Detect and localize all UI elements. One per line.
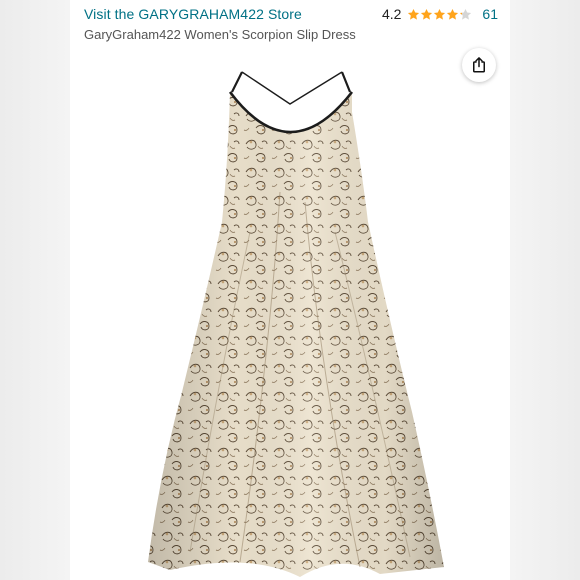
share-button[interactable] — [462, 48, 496, 82]
left-margin-background — [0, 0, 70, 580]
right-margin-background — [510, 0, 580, 580]
rating-count[interactable]: 61 — [482, 6, 498, 22]
star-icon — [407, 8, 420, 21]
product-title: GaryGraham422 Women's Scorpion Slip Dres… — [84, 27, 356, 42]
star-icon — [459, 8, 472, 21]
star-icon — [420, 8, 433, 21]
share-icon — [473, 57, 485, 73]
star-icon — [446, 8, 459, 21]
product-image-dress[interactable] — [130, 52, 450, 580]
rating-summary[interactable]: 4.2 61 — [382, 6, 498, 22]
store-link[interactable]: Visit the GARYGRAHAM422 Store — [84, 6, 302, 22]
rating-stars — [407, 8, 472, 21]
star-icon — [433, 8, 446, 21]
rating-value: 4.2 — [381, 6, 402, 22]
product-header: Visit the GARYGRAHAM422 Store 4.2 61 Gar… — [70, 0, 510, 44]
product-page: Visit the GARYGRAHAM422 Store 4.2 61 Gar… — [70, 0, 510, 580]
